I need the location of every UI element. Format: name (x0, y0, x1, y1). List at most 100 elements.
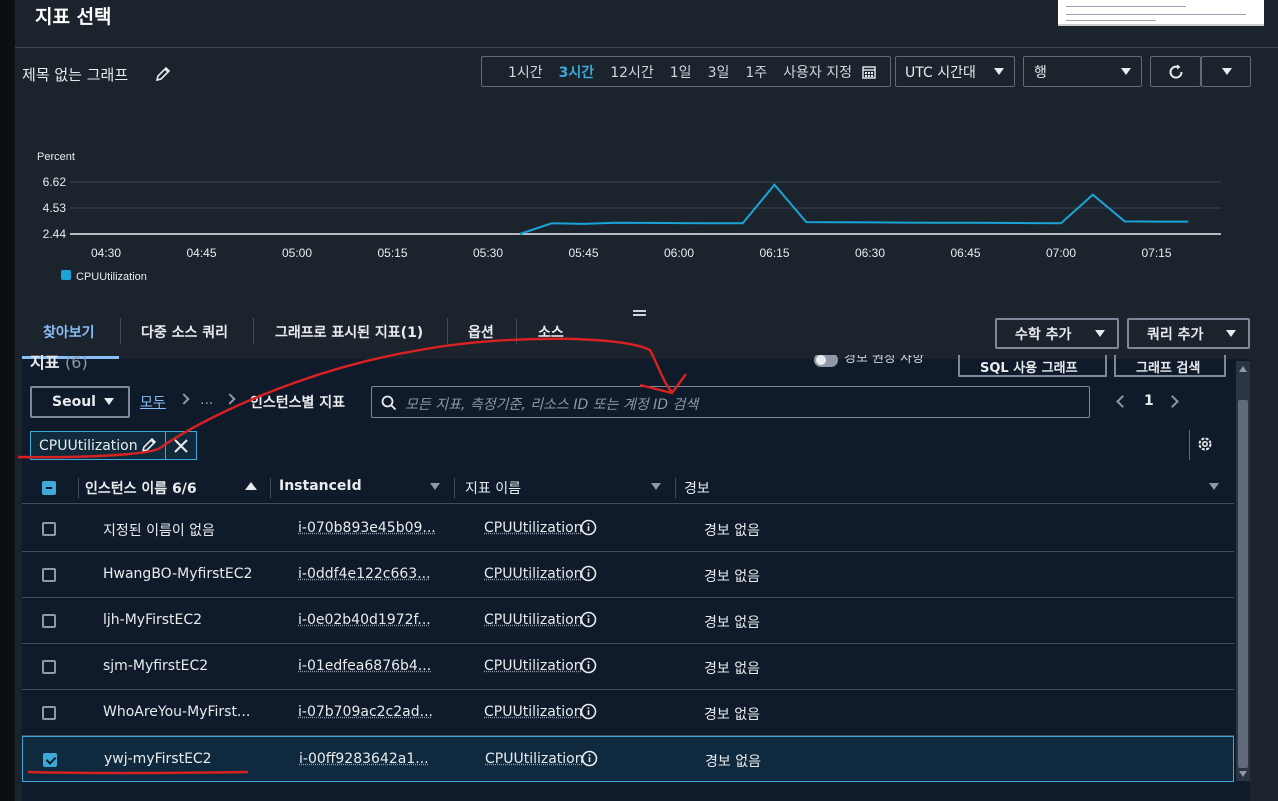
instance-name: ywj-myFirstEC2 (104, 751, 212, 767)
breadcrumb-all[interactable]: 모두 (140, 392, 166, 412)
info-icon[interactable] (580, 657, 597, 674)
sql-graph-button[interactable]: SQL 사용 그래프 (958, 355, 1107, 377)
info-icon[interactable] (580, 703, 597, 720)
region-select[interactable]: Seoul (30, 386, 130, 418)
info-icon[interactable] (580, 519, 597, 536)
search-icon (381, 395, 397, 411)
instance-id-link[interactable]: i-070b893e45b09... (298, 520, 436, 536)
gear-icon[interactable] (1196, 435, 1214, 453)
refresh-button[interactable] (1150, 56, 1201, 87)
chevron-down-icon (1222, 68, 1232, 75)
graph-search-button[interactable]: 그래프 검색 (1114, 355, 1226, 377)
row-checkbox[interactable] (42, 568, 56, 582)
table-row[interactable]: ljh-MyFirstEC2 i-0e02b40d1972f... CPUUtili… (22, 598, 1234, 644)
info-icon[interactable] (580, 611, 597, 628)
cpu-line-chart: Percent 2.44 4.53 6.62 04:30 04:45 05:00 05:15 0… (37, 151, 1221, 283)
x-tick-label: 04:45 (186, 246, 216, 260)
metric-name[interactable]: CPUUtilization (484, 566, 583, 582)
info-icon[interactable] (580, 565, 597, 582)
timezone-label: UTC 시간대 (905, 64, 976, 81)
alarm-recommendation-toggle[interactable] (814, 355, 838, 367)
edit-title-icon[interactable] (155, 66, 171, 82)
settings-divider (1189, 430, 1190, 460)
instance-name: HwangBO-MyfirstEC2 (103, 566, 253, 582)
column-divider (78, 478, 79, 498)
x-tick-label: 06:30 (855, 246, 885, 260)
search-placeholder: 모든 지표, 측정기준, 리소스 ID 또는 계정 ID 검색 (405, 397, 699, 413)
tab-divider (253, 318, 254, 344)
table-header: 인스턴스 이름 6/6 InstanceId 지표 이름 경보 (22, 470, 1234, 504)
add-query-button[interactable]: 쿼리 추가 (1127, 318, 1250, 349)
add-math-button[interactable]: 수학 추가 (995, 318, 1119, 349)
metric-name[interactable]: CPUUtilization (484, 520, 583, 536)
range-1h[interactable]: 1시간 (508, 62, 543, 82)
sort-icon[interactable] (651, 483, 661, 490)
x-tick-label: 07:15 (1141, 246, 1171, 260)
view-type-select[interactable]: 행 (1023, 56, 1142, 87)
metric-name[interactable]: CPUUtilization (485, 751, 584, 767)
y-axis-label: Percent (37, 151, 75, 163)
sort-icon[interactable] (1209, 483, 1219, 490)
alarm-status: 경보 없음 (704, 661, 760, 677)
table-row[interactable]: HwangBO-MyfirstEC2 i-0ddf4e122c663... CPUU… (22, 552, 1234, 598)
metric-name[interactable]: CPUUtilization (484, 658, 583, 674)
tab-browse[interactable]: 찾아보기 (43, 322, 95, 342)
column-header-name[interactable]: 인스턴스 이름 6/6 (85, 478, 197, 498)
instance-id-link[interactable]: i-0e02b40d1972f... (298, 612, 431, 628)
range-1w[interactable]: 1주 (745, 62, 767, 82)
row-checkbox[interactable] (42, 660, 56, 674)
instance-id-link[interactable]: i-0ddf4e122c663... (298, 566, 431, 582)
toggle-label: 경보 권장 사항 (844, 355, 925, 366)
calendar-icon[interactable] (862, 65, 876, 79)
column-header-instance[interactable]: InstanceId (279, 478, 362, 494)
row-checkbox[interactable] (42, 614, 56, 628)
table-row[interactable]: ywj-myFirstEC2 i-00ff9283642a1... CPUUtili… (22, 736, 1234, 782)
chevron-down-icon (1121, 68, 1131, 75)
column-header-metric[interactable]: 지표 이름 (465, 478, 521, 498)
panel-title: 지표 (6) (30, 355, 88, 373)
tab-options[interactable]: 옵션 (468, 322, 494, 342)
instance-id-link[interactable]: i-07b709ac2c2ad... (298, 704, 433, 720)
select-all-checkbox[interactable] (42, 481, 56, 495)
x-tick-label: 05:00 (282, 246, 312, 260)
tab-graphed-metrics[interactable]: 그래프로 표시된 지표(1) (275, 322, 423, 342)
table-row[interactable]: sjm-MyfirstEC2 i-01edfea6876b4... CPUUtili… (22, 644, 1234, 690)
add-math-label: 수학 추가 (1015, 326, 1072, 343)
instance-id-link[interactable]: i-00ff9283642a1... (299, 751, 429, 767)
info-icon[interactable] (581, 750, 598, 767)
range-3h[interactable]: 3시간 (559, 62, 595, 82)
range-1d[interactable]: 1일 (670, 62, 692, 82)
page-number[interactable]: 1 (1144, 393, 1154, 409)
range-custom[interactable]: 사용자 지정 (783, 62, 852, 82)
sort-icon[interactable] (430, 483, 440, 490)
table-row[interactable]: WhoAreYou-MyFirst... i-07b709ac2c2ad... CP… (22, 690, 1234, 736)
page-title: 지표 선택 (35, 6, 112, 28)
time-range-selector: 1시간 3시간 12시간 1일 3일 1주 사용자 지정 (481, 56, 891, 87)
sort-ascending-icon[interactable] (245, 482, 257, 490)
timezone-select[interactable]: UTC 시간대 (895, 56, 1015, 87)
column-header-alarm[interactable]: 경보 (684, 478, 710, 498)
breadcrumb-ellipsis[interactable]: ... (200, 392, 213, 408)
metric-name[interactable]: CPUUtilization (484, 704, 583, 720)
instance-id-link[interactable]: i-01edfea6876b4... (298, 658, 431, 674)
row-checkbox[interactable] (42, 706, 56, 720)
table-row[interactable]: 지정된 이름이 없음 i-070b893e45b09... CPUUtilizati… (22, 506, 1234, 552)
metric-search-input[interactable]: 모든 지표, 측정기준, 리소스 ID 또는 계정 ID 검색 (371, 386, 1090, 418)
resize-handle[interactable] (633, 310, 646, 316)
tab-source[interactable]: 소스 (538, 322, 564, 342)
range-3d[interactable]: 3일 (708, 62, 730, 82)
row-checkbox[interactable] (42, 522, 56, 536)
alarm-status: 경보 없음 (704, 523, 760, 539)
range-12h[interactable]: 12시간 (610, 62, 654, 82)
refresh-icon (1169, 64, 1183, 79)
row-checkbox[interactable] (43, 753, 57, 767)
edit-filter-icon[interactable] (141, 437, 157, 453)
refresh-options-button[interactable] (1201, 56, 1251, 87)
add-query-label: 쿼리 추가 (1147, 326, 1204, 343)
scroll-up-icon[interactable] (1239, 366, 1247, 372)
scrollbar-thumb[interactable] (1238, 400, 1248, 768)
scroll-down-icon[interactable] (1239, 771, 1247, 777)
metric-name[interactable]: CPUUtilization (484, 612, 583, 628)
tab-multi-source-query[interactable]: 다중 소스 쿼리 (141, 322, 228, 342)
close-icon[interactable] (172, 437, 190, 455)
